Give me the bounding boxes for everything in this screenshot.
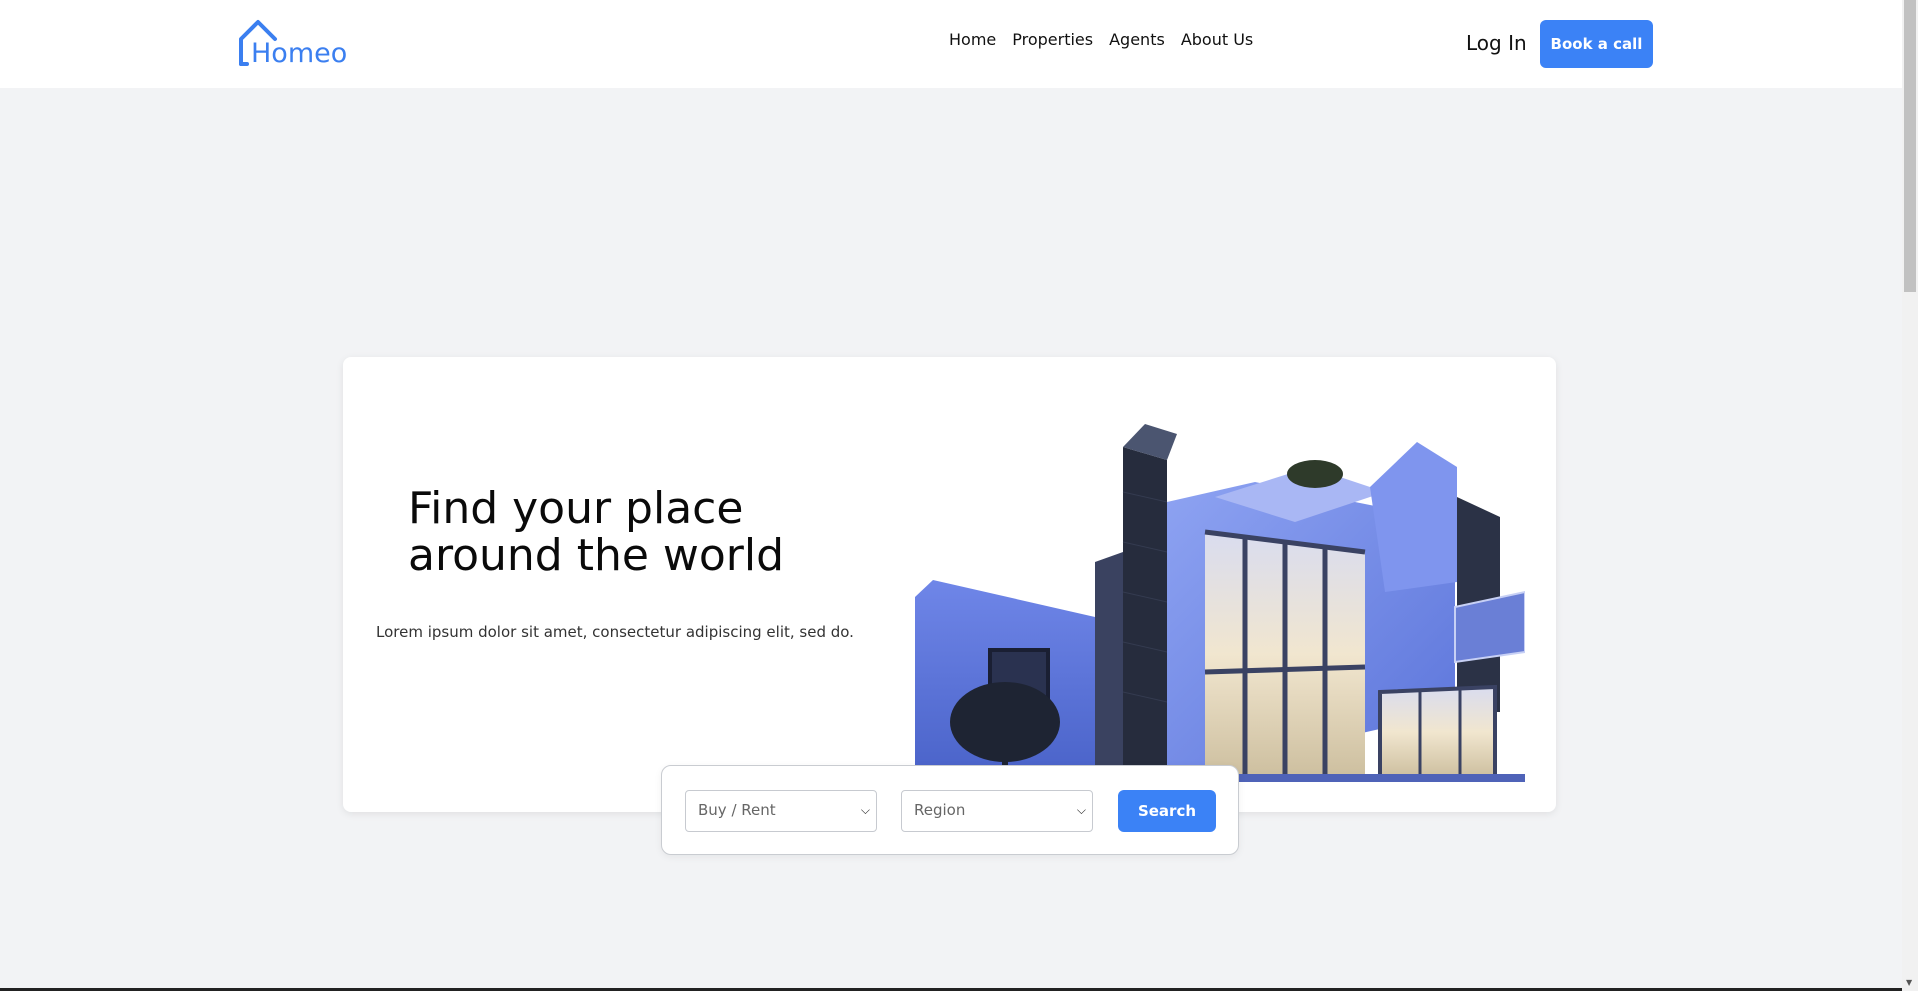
scrollbar-thumb[interactable] — [1904, 0, 1916, 292]
buy-rent-select[interactable]: Buy / Rent ⌵ — [685, 790, 877, 832]
region-select-value: Region — [914, 801, 966, 819]
site-header: Homeo Home Properties Agents About Us Lo… — [0, 0, 1902, 88]
main-nav: Home Properties Agents About Us — [949, 30, 1269, 49]
buy-rent-select-value: Buy / Rent — [698, 801, 776, 819]
region-select[interactable]: Region ⌵ — [901, 790, 1093, 832]
scroll-down-arrow-icon[interactable]: ▼ — [1906, 978, 1912, 987]
chevron-down-icon: ⌵ — [1076, 803, 1086, 817]
nav-properties[interactable]: Properties — [1012, 30, 1093, 49]
nav-agents[interactable]: Agents — [1109, 30, 1165, 49]
nav-about-us[interactable]: About Us — [1181, 30, 1253, 49]
book-a-call-button[interactable]: Book a call — [1540, 20, 1653, 68]
hero-card: Find your place around the world Lorem i… — [343, 357, 1556, 812]
scrollbar[interactable]: ▼ — [1902, 0, 1918, 991]
hero-title: Find your place around the world — [408, 485, 828, 579]
house-image — [915, 424, 1525, 782]
nav-home[interactable]: Home — [949, 30, 996, 49]
chevron-down-icon: ⌵ — [860, 803, 870, 817]
login-link[interactable]: Log In — [1466, 31, 1527, 55]
logo[interactable]: Homeo — [236, 14, 356, 69]
hero-title-line-2: around the world — [408, 530, 785, 581]
search-panel: Buy / Rent ⌵ Region ⌵ Search — [661, 765, 1239, 855]
hero-subtitle: Lorem ipsum dolor sit amet, consectetur … — [376, 623, 854, 641]
hero-title-line-1: Find your place — [408, 483, 744, 534]
logo-text: Homeo — [251, 38, 348, 69]
search-button[interactable]: Search — [1118, 790, 1216, 832]
